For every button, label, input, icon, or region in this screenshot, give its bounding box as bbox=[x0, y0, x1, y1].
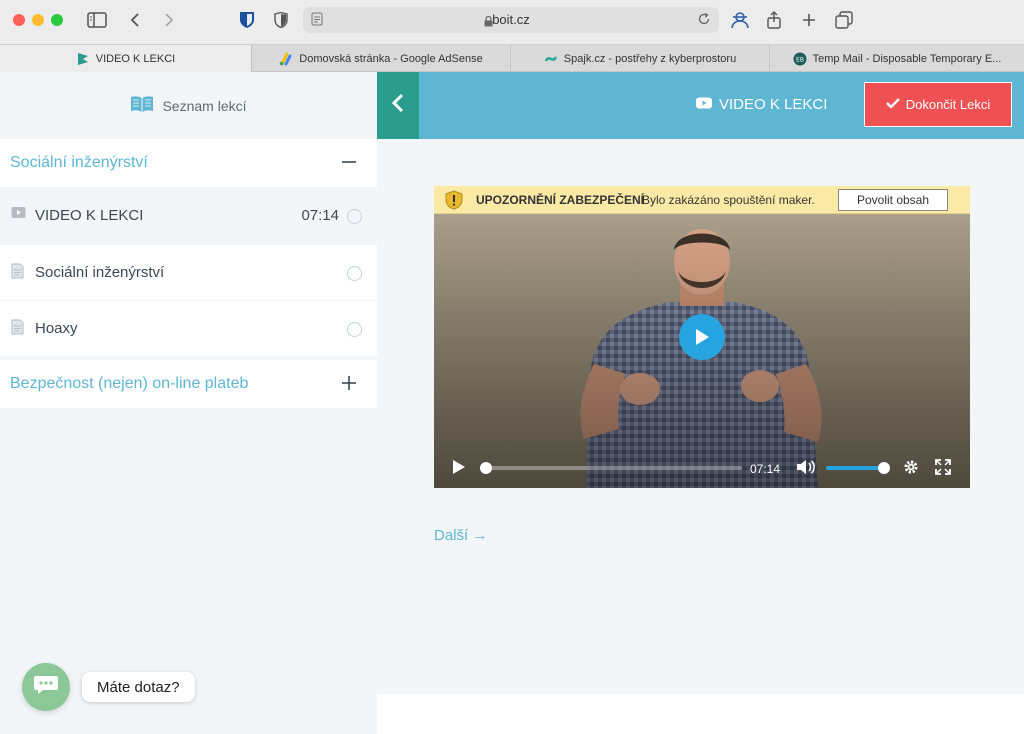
lesson-item-hoaxy[interactable]: Hoaxy bbox=[0, 301, 377, 356]
sidebar-toggle-icon[interactable] bbox=[85, 8, 109, 32]
security-warning-bar: UPOZORNĚNÍ ZABEZPEČENÍ Bylo zakázáno spo… bbox=[434, 186, 970, 214]
lesson-list-title: Seznam lekcí bbox=[162, 97, 247, 114]
chevron-left-icon bbox=[391, 93, 404, 118]
video-player[interactable]: UPOZORNĚNÍ ZABEZPEČENÍ Bylo zakázáno spo… bbox=[434, 186, 970, 488]
tab-label: Spajk.cz - postřehy z kyberprostoru bbox=[563, 52, 737, 65]
lesson-title-bar: VIDEO K LEKCI bbox=[696, 96, 827, 113]
tab-overview-icon[interactable] bbox=[832, 8, 856, 32]
lesson-completion-circle[interactable] bbox=[347, 322, 362, 337]
lesson-title: Sociální inženýrství bbox=[35, 264, 165, 281]
fullscreen-icon[interactable] bbox=[934, 458, 952, 476]
play-icon[interactable] bbox=[450, 458, 468, 476]
back-nav-icon[interactable] bbox=[123, 8, 147, 32]
lesson-item-social-engineering[interactable]: Sociální inženýrství bbox=[0, 245, 377, 300]
back-button[interactable] bbox=[377, 72, 419, 139]
spajk-logo-icon bbox=[544, 52, 558, 66]
lesson-title: Hoaxy bbox=[35, 320, 78, 337]
tab-label: Temp Mail - Disposable Temporary E... bbox=[812, 52, 1002, 65]
tab-temp-mail[interactable]: EB Temp Mail - Disposable Temporary E... bbox=[770, 45, 1024, 72]
share-icon[interactable] bbox=[762, 8, 786, 32]
address-bar[interactable]: boit.cz bbox=[303, 7, 719, 33]
video-controls: 07:14 bbox=[434, 446, 970, 488]
finish-lesson-label: Dokončit Lekci bbox=[905, 97, 991, 112]
extension-icon[interactable] bbox=[728, 8, 752, 32]
youtube-play-icon bbox=[696, 96, 712, 113]
chat-prompt[interactable]: Máte dotaz? bbox=[82, 672, 195, 702]
minimize-window-button[interactable] bbox=[32, 14, 44, 26]
tab-label: Domovská stránka - Google AdSense bbox=[299, 52, 483, 65]
play-overlay-button[interactable] bbox=[679, 314, 725, 360]
privacy-shield-icon[interactable] bbox=[269, 8, 293, 32]
checkmark-icon bbox=[885, 97, 900, 112]
collapse-minus-icon[interactable] bbox=[341, 154, 357, 170]
volume-fill bbox=[826, 466, 884, 470]
volume-knob[interactable] bbox=[878, 462, 890, 474]
boit-logo-icon bbox=[76, 52, 90, 66]
tab-adsense[interactable]: Domovská stránka - Google AdSense bbox=[252, 45, 511, 72]
lesson-completion-circle[interactable] bbox=[347, 209, 362, 224]
section-title: Sociální inženýrství bbox=[10, 154, 148, 171]
video-time: 07:14 bbox=[750, 462, 781, 476]
reload-icon[interactable] bbox=[697, 12, 711, 31]
forward-nav-icon[interactable] bbox=[157, 8, 181, 32]
video-icon bbox=[11, 206, 26, 223]
expand-plus-icon[interactable] bbox=[341, 375, 357, 391]
bitwarden-shield-icon[interactable] bbox=[235, 8, 259, 32]
footer-area bbox=[377, 694, 1024, 734]
new-tab-icon[interactable] bbox=[797, 8, 821, 32]
open-book-icon bbox=[130, 95, 154, 116]
next-lesson-link[interactable]: Další → bbox=[434, 527, 487, 544]
lesson-item-video[interactable]: VIDEO K LEKCI 07:14 bbox=[0, 188, 377, 243]
svg-text:EB: EB bbox=[796, 56, 804, 63]
security-warning-message: Bylo zakázáno spouštění maker. bbox=[642, 193, 815, 207]
lesson-title: VIDEO K LEKCI bbox=[719, 96, 828, 113]
security-warning-title: UPOZORNĚNÍ ZABEZPEČENÍ bbox=[476, 193, 645, 207]
browser-toolbar: boit.cz bbox=[0, 0, 1024, 44]
temp-mail-logo-icon: EB bbox=[793, 52, 807, 66]
progress-bar[interactable] bbox=[480, 462, 742, 474]
lesson-list-header: Seznam lekcí bbox=[0, 72, 377, 139]
section-header-social-engineering[interactable]: Sociální inženýrství bbox=[0, 139, 377, 187]
section-header-payment-security[interactable]: Bezpečnost (nejen) on-line plateb bbox=[0, 360, 377, 408]
section-title: Bezpečnost (nejen) on-line plateb bbox=[10, 375, 249, 392]
document-icon bbox=[11, 319, 24, 339]
finish-lesson-button[interactable]: Dokončit Lekci bbox=[864, 82, 1012, 127]
settings-gear-icon[interactable] bbox=[902, 458, 920, 476]
chat-button[interactable] bbox=[22, 663, 70, 711]
url-text: boit.cz bbox=[492, 12, 530, 27]
warning-shield-icon bbox=[444, 190, 464, 213]
tab-video-k-lekci[interactable]: VIDEO K LEKCI bbox=[0, 45, 252, 72]
tab-spajk[interactable]: Spajk.cz - postřehy z kyberprostoru bbox=[511, 45, 770, 72]
close-window-button[interactable] bbox=[13, 14, 25, 26]
volume-icon[interactable] bbox=[796, 458, 816, 476]
progress-knob[interactable] bbox=[480, 462, 492, 474]
zoom-window-button[interactable] bbox=[51, 14, 63, 26]
lesson-sidebar: Seznam lekcí Sociální inženýrství VIDEO … bbox=[0, 72, 377, 734]
lesson-completion-circle[interactable] bbox=[347, 266, 362, 281]
document-icon bbox=[11, 263, 24, 283]
tab-bar: VIDEO K LEKCI Domovská stránka - Google … bbox=[0, 44, 1024, 72]
lesson-duration: 07:14 bbox=[301, 207, 339, 224]
volume-slider[interactable] bbox=[826, 462, 890, 474]
allow-content-button[interactable]: Povolit obsah bbox=[838, 189, 948, 211]
adsense-logo-icon bbox=[279, 52, 293, 66]
lesson-title: VIDEO K LEKCI bbox=[35, 207, 144, 224]
tab-label: VIDEO K LEKCI bbox=[95, 52, 176, 65]
chat-bubble-icon bbox=[33, 674, 59, 701]
